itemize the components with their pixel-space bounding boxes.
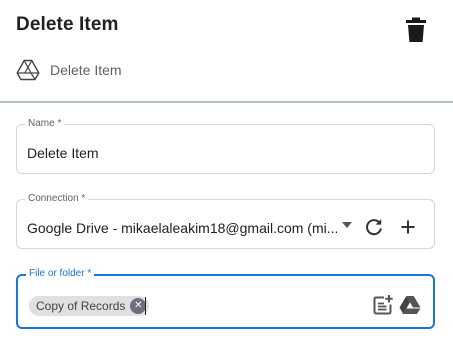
selected-file-chip[interactable]: Copy of Records ✕: [29, 296, 150, 316]
add-connection-button[interactable]: [398, 217, 418, 237]
google-drive-picker-button[interactable]: [399, 295, 421, 315]
google-drive-outline-icon: [16, 59, 40, 81]
refresh-icon: [366, 219, 382, 236]
name-field-value[interactable]: Delete Item: [27, 145, 99, 161]
file-add-icon: [373, 295, 393, 315]
trash-icon: [406, 17, 426, 42]
text-cursor: [145, 297, 146, 315]
file-or-folder-field-label: File or folder *: [26, 268, 95, 280]
dropdown-arrow-icon[interactable]: [342, 222, 352, 228]
page-title: Delete Item: [16, 14, 119, 35]
name-field[interactable]: Name * Delete Item: [16, 118, 435, 174]
browse-file-button[interactable]: [372, 294, 394, 316]
plus-icon: [401, 220, 415, 234]
chip-remove-icon[interactable]: ✕: [130, 298, 147, 314]
selected-file-chip-label: Copy of Records: [36, 299, 126, 313]
connection-field[interactable]: Connection * Google Drive - mikaelaleaki…: [16, 193, 435, 249]
connection-select-value[interactable]: Google Drive - mikaelaleakim18@gmail.com…: [27, 220, 337, 236]
step-subheader: Delete Item: [16, 58, 122, 82]
delete-button[interactable]: [404, 17, 428, 43]
file-or-folder-field[interactable]: File or folder * Copy of Records ✕: [16, 268, 435, 329]
name-field-label: Name *: [25, 118, 65, 130]
google-drive-icon: [399, 296, 421, 314]
section-divider: [0, 101, 453, 103]
connection-field-label: Connection *: [25, 193, 89, 205]
step-subheader-label: Delete Item: [50, 62, 122, 78]
refresh-connection-button[interactable]: [364, 217, 384, 237]
